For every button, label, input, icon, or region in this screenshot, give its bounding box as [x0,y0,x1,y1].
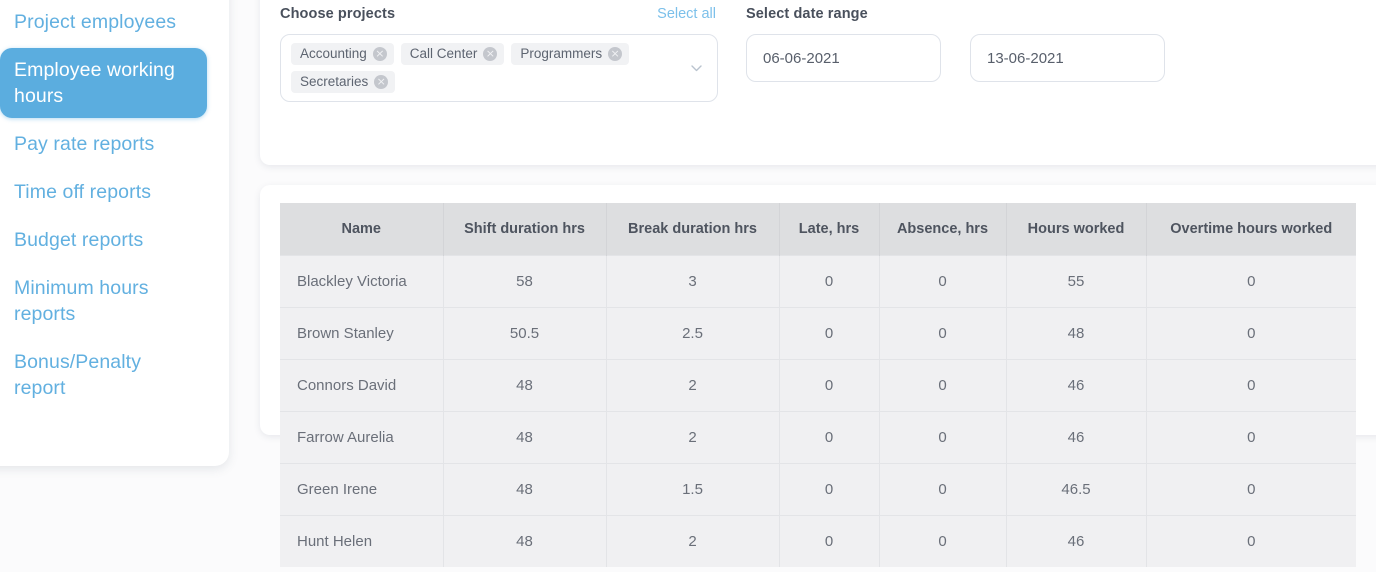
table-row[interactable]: Brown Stanley 50.5 2.5 0 0 48 0 [280,306,1356,359]
remove-tag-icon[interactable]: × [608,47,623,61]
cell-shift: 48 [443,410,607,463]
cell-break: 2 [606,410,780,463]
column-header-break[interactable]: Break duration hrs [606,203,780,255]
sidebar-item-project-employees[interactable]: Project employees [0,0,207,44]
cell-late: 0 [779,358,880,411]
sidebar-item-pay-rate-reports[interactable]: Pay rate reports [0,122,207,166]
cell-overtime: 0 [1146,254,1356,307]
project-tag[interactable]: Programmers × [511,43,630,65]
cell-absence: 0 [879,462,1007,515]
cell-absence: 0 [879,254,1007,307]
cell-late: 0 [779,462,880,515]
column-header-worked[interactable]: Hours worked [1006,203,1147,255]
cell-absence: 0 [879,358,1007,411]
cell-shift: 48 [443,462,607,515]
column-header-name[interactable]: Name [280,203,444,255]
cell-absence: 0 [879,514,1007,567]
table-row[interactable]: Green Irene 48 1.5 0 0 46.5 0 [280,462,1356,515]
remove-tag-icon[interactable]: × [374,75,389,89]
project-tag-label: Programmers [520,46,603,61]
end-date-input[interactable] [970,34,1165,82]
table-row[interactable]: Connors David 48 2 0 0 46 0 [280,358,1356,411]
cell-name: Blackley Victoria [280,254,444,307]
cell-name: Connors David [280,358,444,411]
cell-break: 1.5 [606,462,780,515]
cell-shift: 50.5 [443,306,607,359]
date-range-label: Select date range [746,6,868,22]
table-body: Blackley Victoria 58 3 0 0 55 0 Brown St… [280,254,1356,567]
chevron-down-icon[interactable] [690,62,703,75]
cell-name: Green Irene [280,462,444,515]
table-row[interactable]: Blackley Victoria 58 3 0 0 55 0 [280,254,1356,307]
cell-name: Farrow Aurelia [280,410,444,463]
column-header-overtime[interactable]: Overtime hours worked [1146,203,1356,255]
select-all-link[interactable]: Select all [657,6,716,22]
cell-worked: 46 [1006,358,1147,411]
column-header-absence[interactable]: Absence, hrs [879,203,1007,255]
cell-absence: 0 [879,306,1007,359]
sidebar-nav-list: Project employees Employee working hours… [0,0,207,410]
cell-late: 0 [779,254,880,307]
cell-overtime: 0 [1146,410,1356,463]
cell-worked: 46 [1006,410,1147,463]
column-header-late[interactable]: Late, hrs [779,203,880,255]
cell-shift: 48 [443,358,607,411]
sidebar: Project employees Employee working hours… [0,0,229,466]
remove-tag-icon[interactable]: × [483,47,498,61]
sidebar-item-time-off-reports[interactable]: Time off reports [0,170,207,214]
cell-break: 2 [606,514,780,567]
cell-overtime: 0 [1146,462,1356,515]
cell-worked: 55 [1006,254,1147,307]
column-header-shift[interactable]: Shift duration hrs [443,203,607,255]
cell-late: 0 [779,306,880,359]
cell-break: 3 [606,254,780,307]
cell-shift: 48 [443,514,607,567]
remove-tag-icon[interactable]: × [372,47,387,61]
cell-name: Brown Stanley [280,306,444,359]
projects-multiselect[interactable]: Accounting × Call Center × Programmers ×… [280,34,718,102]
table-row[interactable]: Farrow Aurelia 48 2 0 0 46 0 [280,410,1356,463]
sidebar-item-budget-reports[interactable]: Budget reports [0,218,207,262]
reports-page: Project employees Employee working hours… [0,0,1376,572]
choose-projects-label: Choose projects [280,6,396,22]
cell-worked: 48 [1006,306,1147,359]
date-range-group: Select date range [746,6,1165,82]
sidebar-item-bonus-penalty-report[interactable]: Bonus/Penalty report [0,340,207,410]
report-table-panel: Name Shift duration hrs Break duration h… [260,185,1376,567]
project-tag-label: Accounting [300,46,367,61]
cell-overtime: 0 [1146,514,1356,567]
project-tag-label: Secretaries [300,74,369,89]
cell-late: 0 [779,514,880,567]
project-tag[interactable]: Call Center × [400,43,505,65]
table-row[interactable]: Hunt Helen 48 2 0 0 46 0 [280,514,1356,567]
cell-break: 2.5 [606,306,780,359]
sidebar-item-employee-working-hours[interactable]: Employee working hours [0,48,207,118]
employee-working-hours-table: Name Shift duration hrs Break duration h… [280,203,1356,567]
cell-worked: 46.5 [1006,462,1147,515]
cell-overtime: 0 [1146,306,1356,359]
cell-overtime: 0 [1146,358,1356,411]
start-date-input[interactable] [746,34,941,82]
choose-projects-group: Choose projects Select all Accounting × … [280,6,718,102]
project-tag-label: Call Center [409,46,478,61]
cell-absence: 0 [879,410,1007,463]
cell-worked: 46 [1006,514,1147,567]
cell-break: 2 [606,358,780,411]
project-tag[interactable]: Secretaries × [291,71,396,93]
filter-panel: Choose projects Select all Accounting × … [260,0,1376,165]
cell-shift: 58 [443,254,607,307]
cell-late: 0 [779,410,880,463]
project-tag[interactable]: Accounting × [291,43,394,65]
table-header-row: Name Shift duration hrs Break duration h… [280,203,1356,255]
sidebar-item-minimum-hours-reports[interactable]: Minimum hours reports [0,266,207,336]
cell-name: Hunt Helen [280,514,444,567]
